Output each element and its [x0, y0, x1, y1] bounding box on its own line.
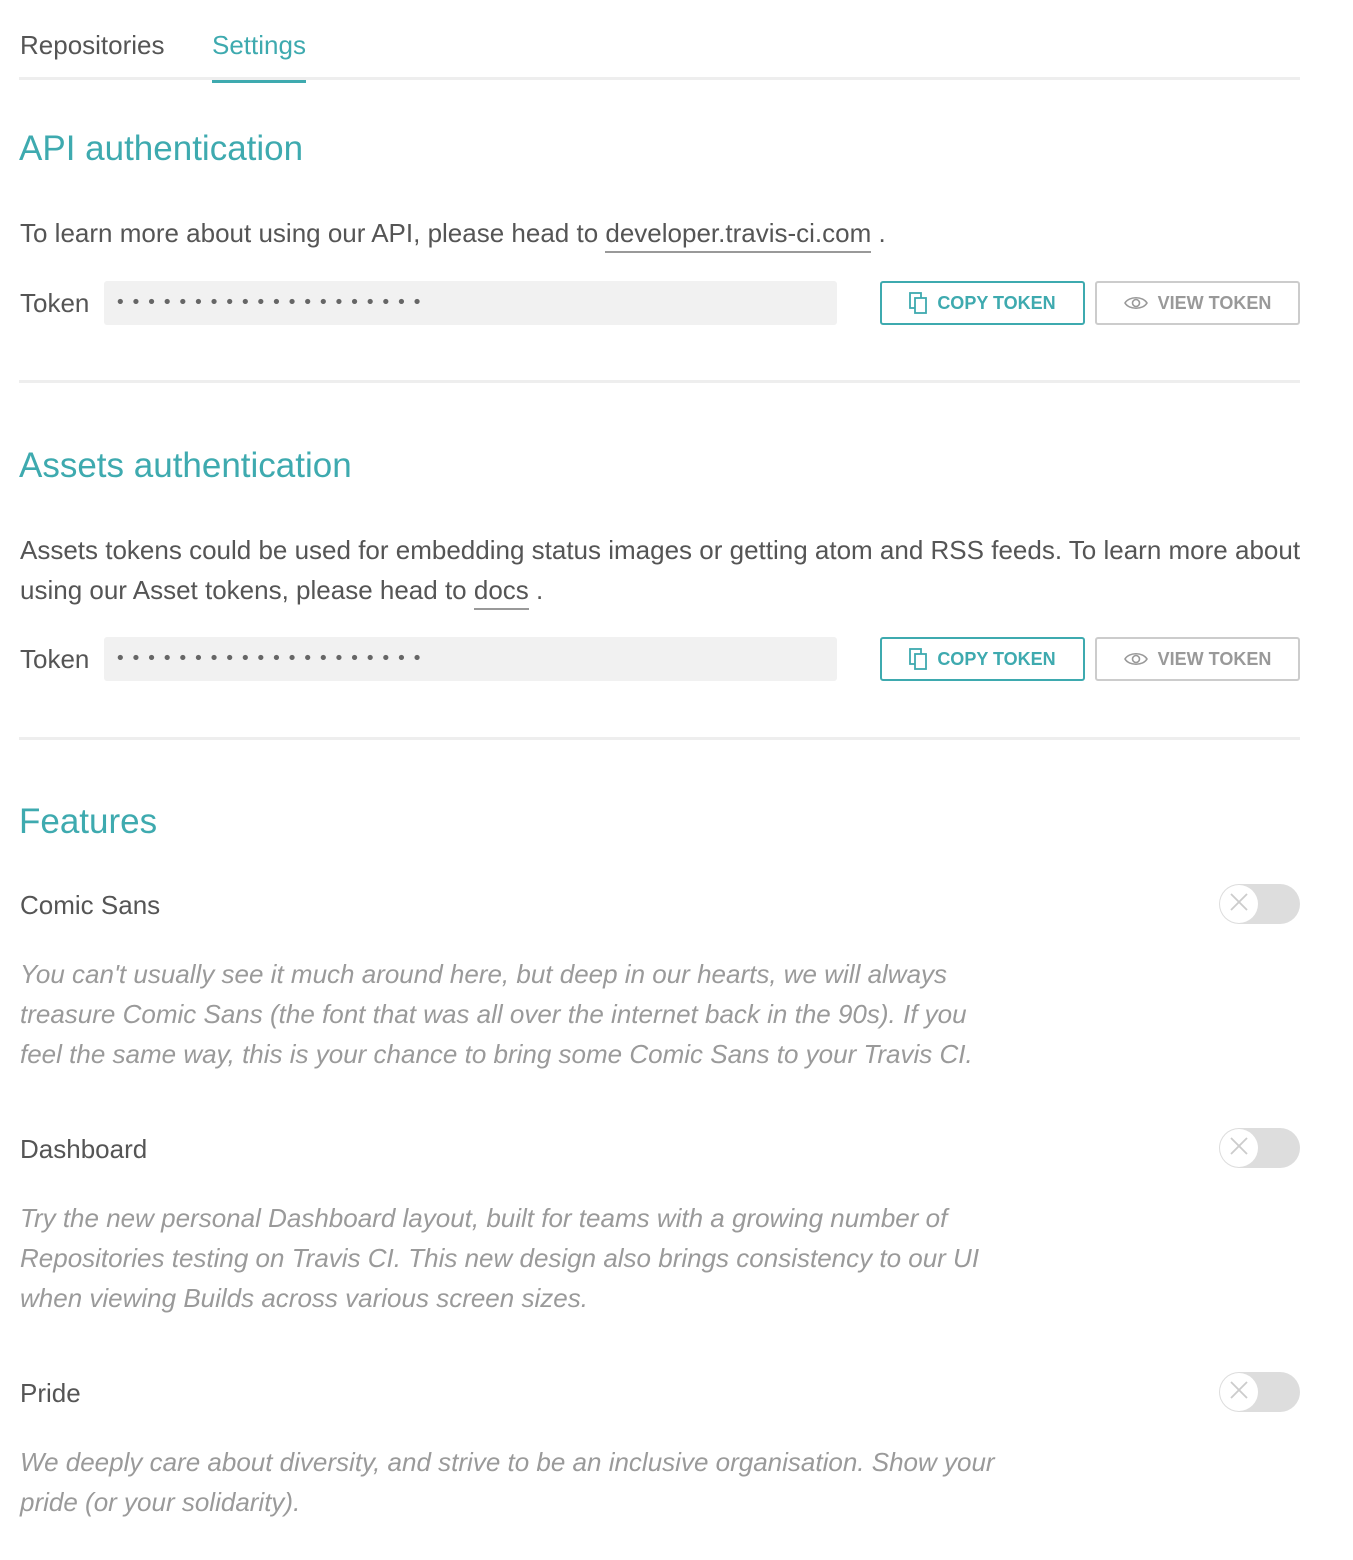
developer-docs-link[interactable]: developer.travis-ci.com [605, 218, 872, 253]
features-heading: Features [19, 802, 158, 841]
copy-icon [909, 292, 928, 314]
api-auth-description: To learn more about using our API, pleas… [20, 213, 886, 253]
pride-toggle[interactable] [1219, 1372, 1300, 1412]
feature-title-pride: Pride [20, 1378, 81, 1408]
api-auth-text: To learn more about using our API, pleas… [20, 218, 606, 248]
assets-token-field: •••••••••••••••••••• [104, 637, 837, 681]
section-divider [19, 380, 1300, 383]
api-auth-text-end: . [871, 218, 886, 248]
docs-link[interactable]: docs [473, 575, 529, 610]
feature-title-comic-sans: Comic Sans [20, 890, 161, 920]
assets-auth-heading: Assets authentication [19, 446, 352, 485]
api-token-label: Token [20, 288, 90, 318]
copy-icon [909, 648, 928, 670]
assets-token-label: Token [20, 644, 90, 674]
tab-settings[interactable]: Settings [212, 28, 306, 83]
feature-description-comic-sans: You can't usually see it much around her… [20, 959, 973, 1069]
assets-auth-description: Assets tokens could be used for embeddin… [20, 530, 1301, 610]
section-divider [19, 737, 1300, 740]
feature-description-pride: We deeply care about diversity, and stri… [20, 1447, 995, 1517]
eye-icon [1123, 651, 1148, 667]
assets-copy-token-label: COPY TOKEN [937, 649, 1056, 669]
toggle-knob [1220, 885, 1258, 923]
feature-description-dashboard: Try the new personal Dashboard layout, b… [20, 1203, 980, 1313]
assets-auth-text: Assets tokens could be used for embeddin… [20, 535, 1301, 605]
api-view-token-label: VIEW TOKEN [1157, 293, 1272, 313]
api-token-field: •••••••••••••••••••• [104, 281, 837, 325]
eye-icon [1123, 295, 1148, 311]
dashboard-toggle[interactable] [1219, 1128, 1300, 1168]
close-icon [1228, 891, 1250, 918]
toggle-knob [1220, 1373, 1258, 1411]
api-copy-token-button[interactable]: COPY TOKEN [880, 281, 1085, 325]
toggle-knob [1220, 1129, 1258, 1167]
api-view-token-button[interactable]: VIEW TOKEN [1095, 281, 1300, 325]
feature-title-dashboard: Dashboard [20, 1134, 148, 1164]
tab-repositories[interactable]: Repositories [20, 28, 165, 62]
assets-auth-text-end: . [528, 575, 544, 605]
assets-copy-token-button[interactable]: COPY TOKEN [880, 637, 1085, 681]
tab-bar: Repositories Settings [19, 0, 1300, 83]
assets-view-token-button[interactable]: VIEW TOKEN [1095, 637, 1300, 681]
close-icon [1228, 1135, 1250, 1162]
comic-sans-toggle[interactable] [1219, 884, 1300, 924]
close-icon [1228, 1379, 1250, 1406]
api-copy-token-label: COPY TOKEN [937, 293, 1056, 313]
api-auth-heading: API authentication [19, 129, 304, 168]
assets-view-token-label: VIEW TOKEN [1157, 649, 1272, 669]
